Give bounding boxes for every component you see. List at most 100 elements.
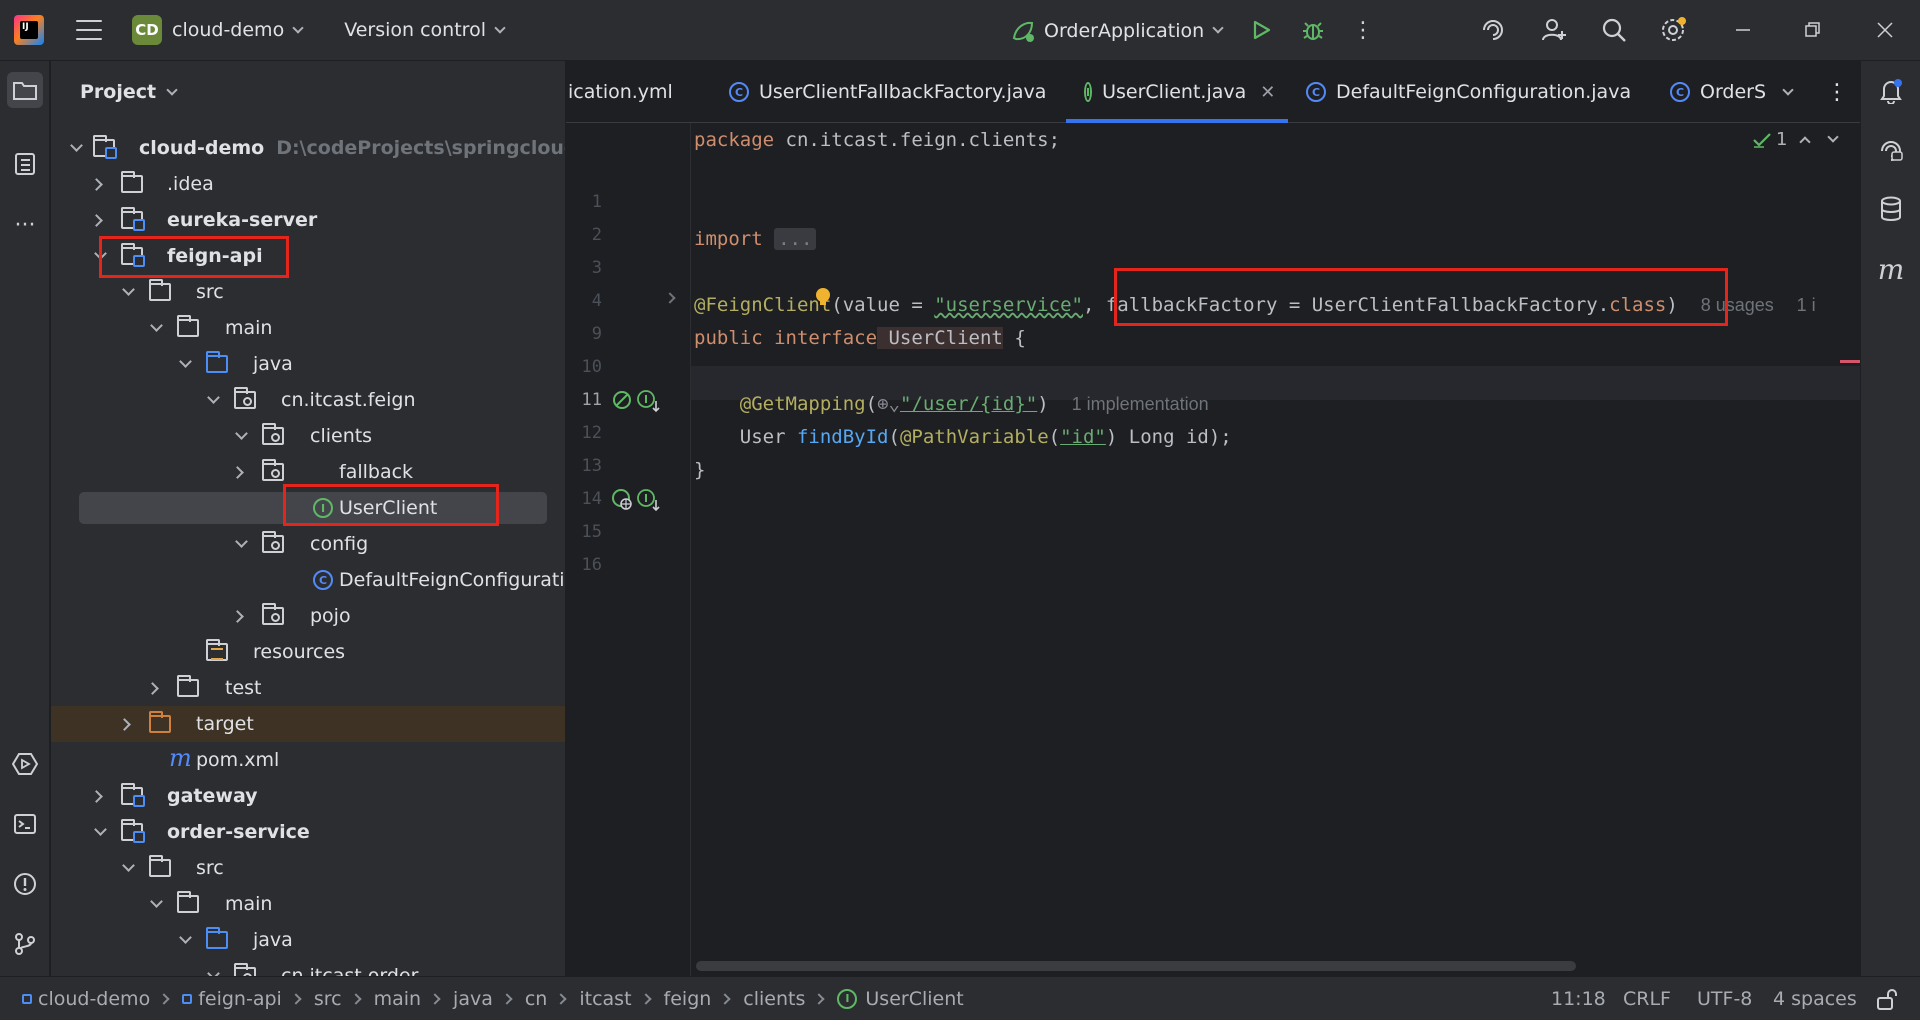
breadcrumb-item[interactable]: cloud-demo — [22, 988, 150, 1010]
database-icon[interactable] — [1873, 191, 1909, 227]
more-tools-icon[interactable]: ··· — [7, 207, 43, 243]
maven-icon[interactable]: m — [1873, 251, 1909, 287]
notifications-bell-icon[interactable] — [1873, 73, 1909, 109]
tree-item-package-feign[interactable]: cn.itcast.feign — [51, 382, 565, 418]
unlock-icon[interactable] — [1876, 987, 1898, 1011]
tree-item-default-feign-configuration[interactable]: C DefaultFeignConfiguration — [51, 562, 565, 598]
project-tool-folder-icon[interactable] — [7, 72, 43, 108]
tab-default-feign-configuration[interactable]: C DefaultFeignConfiguration.java — [1306, 61, 1631, 123]
tab-userclient[interactable]: I UserClient.java ✕ — [1066, 61, 1288, 123]
tree-item-config[interactable]: config — [51, 526, 565, 562]
tree-item-target[interactable]: target — [51, 706, 565, 742]
structure-icon[interactable] — [7, 146, 43, 182]
tree-item-resources[interactable]: resources — [51, 634, 565, 670]
previous-highlight-icon[interactable] — [1799, 136, 1812, 148]
project-badge[interactable]: CD — [132, 15, 162, 45]
minimize-window-icon[interactable] — [1728, 15, 1758, 45]
editor-horizontal-scrollbar[interactable] — [696, 961, 1576, 971]
globe-icon[interactable]: ⊕⌄ — [877, 393, 900, 415]
code-line-14[interactable]: User findById(@PathVariable("id") Long i… — [694, 426, 1232, 448]
add-user-icon[interactable] — [1539, 15, 1569, 45]
implementations-hint[interactable]: 1 i — [1797, 295, 1816, 315]
breadcrumb-item[interactable]: feign-api — [182, 988, 282, 1010]
restore-window-icon[interactable] — [1798, 15, 1828, 45]
line-separator[interactable]: CRLF — [1623, 988, 1671, 1010]
close-window-icon[interactable] — [1870, 15, 1900, 45]
class-icon: C — [1670, 82, 1690, 102]
vcs-menu[interactable]: Version control — [344, 19, 506, 41]
lightbulb-icon[interactable] — [814, 287, 832, 309]
tree-item-order-service[interactable]: order-service — [51, 814, 565, 850]
tree-item-main[interactable]: main — [51, 886, 565, 922]
tree-item-java[interactable]: java — [51, 922, 565, 958]
inspection-widget[interactable]: 1 — [1752, 129, 1840, 150]
spring-bean-gutter-icon[interactable] — [611, 389, 635, 413]
breadcrumb-item[interactable]: itcast — [579, 988, 631, 1010]
run-config-selector[interactable]: OrderApplication — [1010, 0, 1224, 61]
ai-chat-icon[interactable] — [1873, 133, 1909, 169]
breadcrumb-item[interactable]: src — [314, 988, 342, 1010]
breadcrumb-item[interactable]: main — [374, 988, 421, 1010]
tree-item-pojo[interactable]: pojo — [51, 598, 565, 634]
main-menu-icon[interactable] — [76, 20, 102, 40]
tree-item-clients[interactable]: clients — [51, 418, 565, 454]
tab-order-service[interactable]: C OrderS — [1670, 61, 1780, 123]
git-branch-icon[interactable] — [7, 926, 43, 962]
module-folder-icon — [121, 819, 145, 843]
breadcrumb: cloud-demo feign-api src main java cn it… — [22, 988, 964, 1010]
settings-gear-icon[interactable] — [1658, 15, 1688, 45]
package-icon — [262, 531, 284, 553]
tree-label: eureka-server — [167, 209, 318, 231]
tree-item-src[interactable]: src — [51, 274, 565, 310]
tree-item-cloud-demo[interactable]: cloud-demo D:\codeProjects\springcloudPro… — [51, 130, 565, 166]
tree-item-pom-xml[interactable]: m pom.xml — [51, 742, 565, 778]
tree-item-main[interactable]: main — [51, 310, 565, 346]
caret-position[interactable]: 11:18 — [1551, 988, 1606, 1010]
tree-item-gateway[interactable]: gateway — [51, 778, 565, 814]
tree-item-src[interactable]: src — [51, 850, 565, 886]
project-panel-header[interactable]: Project — [51, 61, 565, 123]
more-actions-icon[interactable]: ⋮ — [1348, 15, 1378, 45]
implemented-gutter-icon[interactable] — [636, 488, 662, 512]
services-icon[interactable] — [7, 746, 43, 782]
search-icon[interactable] — [1599, 15, 1629, 45]
project-switcher[interactable]: cloud-demo — [172, 19, 304, 41]
ai-assistant-icon[interactable] — [1478, 15, 1508, 45]
folded-imports[interactable]: ... — [774, 228, 817, 250]
code-line-4[interactable]: import ... — [694, 228, 817, 250]
debug-button[interactable] — [1298, 15, 1328, 45]
tree-item-java[interactable]: java — [51, 346, 565, 382]
terminal-icon[interactable] — [7, 806, 43, 842]
breadcrumb-item[interactable]: java — [453, 988, 493, 1010]
code-line-15[interactable]: } — [694, 459, 705, 481]
next-highlight-icon[interactable] — [1827, 131, 1840, 143]
tab-userclient-fallback-factory[interactable]: C UserClientFallbackFactory.java — [729, 61, 1046, 123]
run-button[interactable] — [1246, 15, 1276, 45]
fold-expand-icon[interactable] — [664, 292, 676, 304]
error-stripe-marker[interactable] — [1840, 360, 1860, 363]
project-name: cloud-demo — [172, 19, 285, 41]
tree-item-package-order[interactable]: cn.itcast.order — [51, 958, 565, 976]
endpoint-gutter-icon[interactable] — [611, 488, 635, 512]
breadcrumb-item[interactable]: I UserClient — [837, 988, 964, 1010]
code-line-1[interactable]: package cn.itcast.feign.clients; — [694, 129, 1060, 151]
indent-setting[interactable]: 4 spaces — [1773, 988, 1857, 1010]
tree-item-test[interactable]: test — [51, 670, 565, 706]
tab-application-yml[interactable]: ication.yml — [568, 61, 673, 123]
breadcrumb-item[interactable]: cn — [525, 988, 548, 1010]
tab-more-icon[interactable]: ⋮ — [1826, 61, 1848, 123]
file-encoding[interactable]: UTF-8 — [1697, 988, 1752, 1010]
code-line-11[interactable]: public interface UserClient { — [694, 327, 1026, 349]
module-path: D:\codeProjects\springcloudProject — [276, 137, 565, 159]
tree-item-idea[interactable]: .idea — [51, 166, 565, 202]
code-line-13[interactable]: @GetMapping(⊕⌄"/user/{id}") 1 implementa… — [694, 393, 1209, 415]
breadcrumb-item[interactable]: feign — [664, 988, 712, 1010]
breadcrumb-item[interactable]: clients — [743, 988, 805, 1010]
implemented-gutter-icon[interactable] — [636, 389, 662, 413]
problems-icon[interactable] — [7, 866, 43, 902]
implementation-hint[interactable]: 1 implementation — [1072, 394, 1209, 414]
close-tab-icon[interactable]: ✕ — [1260, 82, 1275, 103]
tab-list-dropdown[interactable] — [1782, 61, 1794, 123]
expanded-arrow-icon — [150, 318, 163, 332]
tree-item-eureka-server[interactable]: eureka-server — [51, 202, 565, 238]
